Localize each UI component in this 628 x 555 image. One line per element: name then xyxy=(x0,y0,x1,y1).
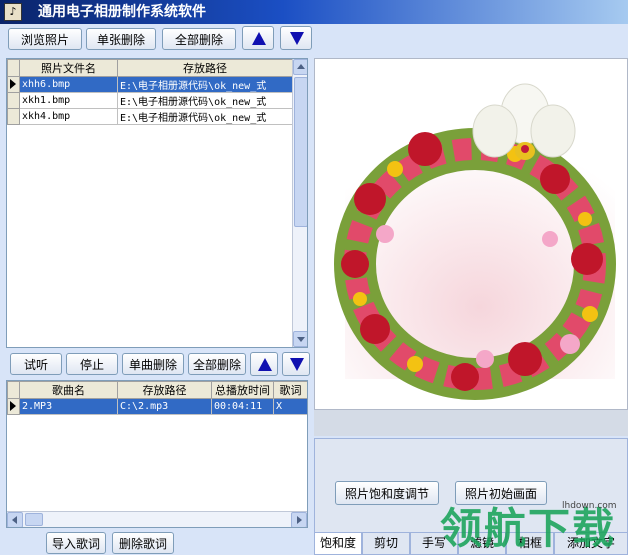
photo-path[interactable]: E:\电子相册源代码\ok_new_式 xyxy=(117,92,293,109)
up-arrow-icon xyxy=(258,358,272,371)
listen-button[interactable]: 试听 xyxy=(10,353,62,375)
effect-panel: 照片饱和度调节 照片初始画面 xyxy=(314,438,628,533)
scroll-right-button[interactable] xyxy=(291,512,307,527)
header-indicator xyxy=(7,59,20,77)
delete-all-songs-button[interactable]: 全部删除 xyxy=(188,353,246,375)
tab-frame[interactable]: 相框 xyxy=(506,533,554,555)
photo-row[interactable]: xkh4.bmp E:\电子相册源代码\ok_new_式 xyxy=(7,108,293,125)
tab-add-text[interactable]: 添加文字 xyxy=(554,533,628,555)
song-duration-header[interactable]: 总播放时间 xyxy=(211,381,274,399)
photo-move-up-button[interactable] xyxy=(242,26,274,50)
app-icon: ♪ xyxy=(4,3,22,21)
import-lyrics-button[interactable]: 导入歌词 xyxy=(46,532,106,554)
window-title: 通用电子相册制作系统软件 xyxy=(38,4,206,20)
tab-handwrite[interactable]: 手写 xyxy=(410,533,458,555)
photo-path[interactable]: E:\电子相册源代码\ok_new_式 xyxy=(117,108,293,125)
scroll-left-icon xyxy=(12,516,17,524)
photo-path[interactable]: E:\电子相册源代码\ok_new_式 xyxy=(117,76,293,93)
original-image-button[interactable]: 照片初始画面 xyxy=(455,481,547,505)
song-duration[interactable]: 00:04:11 xyxy=(211,398,274,415)
scroll-left-button[interactable] xyxy=(7,512,23,527)
saturation-adjust-button[interactable]: 照片饱和度调节 xyxy=(335,481,439,505)
song-name-header[interactable]: 歌曲名 xyxy=(19,381,118,399)
delete-lyrics-button[interactable]: 删除歌词 xyxy=(112,532,174,554)
tab-crop[interactable]: 剪切 xyxy=(362,533,410,555)
song-name[interactable]: 2.MP3 xyxy=(19,398,118,415)
song-move-up-button[interactable] xyxy=(250,352,278,376)
photo-table-scrollbar[interactable] xyxy=(292,59,307,347)
scroll-up-button[interactable] xyxy=(293,59,307,75)
music-table[interactable]: 歌曲名 存放路径 总播放时间 歌词 2.MP3 C:\2.mp3 00:04:1… xyxy=(6,380,308,528)
song-lyrics[interactable]: X xyxy=(273,398,307,415)
scroll-up-icon xyxy=(297,64,305,69)
down-arrow-icon xyxy=(290,32,304,45)
scroll-down-icon xyxy=(297,337,305,342)
photo-row[interactable]: xhh6.bmp E:\电子相册源代码\ok_new_式 xyxy=(7,76,293,93)
row-indicator xyxy=(7,92,20,109)
photo-row[interactable]: xkh1.bmp E:\电子相册源代码\ok_new_式 xyxy=(7,92,293,109)
tab-saturation[interactable]: 饱和度 xyxy=(314,533,362,555)
row-marker-icon xyxy=(10,401,16,411)
hscroll-thumb[interactable] xyxy=(25,513,43,526)
music-table-header: 歌曲名 存放路径 总播放时间 歌词 xyxy=(7,381,307,399)
photo-table-header: 照片文件名 存放路径 xyxy=(7,59,293,77)
flower-frame-image xyxy=(315,59,627,409)
preview-bottom-strip xyxy=(314,410,628,436)
up-arrow-icon xyxy=(252,32,266,45)
song-path-header[interactable]: 存放路径 xyxy=(117,381,212,399)
song-lyrics-header[interactable]: 歌词 xyxy=(273,381,307,399)
stop-button[interactable]: 停止 xyxy=(66,353,118,375)
photo-table[interactable]: 照片文件名 存放路径 xhh6.bmp E:\电子相册源代码\ok_new_式 … xyxy=(6,58,308,348)
photo-path-header[interactable]: 存放路径 xyxy=(117,59,293,77)
title-bar: ♪ 通用电子相册制作系统软件 xyxy=(0,0,628,24)
photo-filename[interactable]: xkh4.bmp xyxy=(19,108,118,125)
photo-filename-header[interactable]: 照片文件名 xyxy=(19,59,118,77)
header-indicator xyxy=(7,381,20,399)
song-move-down-button[interactable] xyxy=(282,352,310,376)
photo-filename[interactable]: xhh6.bmp xyxy=(19,76,118,93)
row-indicator xyxy=(7,108,20,125)
delete-one-photo-button[interactable]: 单张删除 xyxy=(86,28,156,50)
photo-move-down-button[interactable] xyxy=(280,26,312,50)
delete-one-song-button[interactable]: 单曲删除 xyxy=(122,353,184,375)
down-arrow-icon xyxy=(290,358,304,371)
tab-filter[interactable]: 滤镜 xyxy=(458,533,506,555)
browse-photos-button[interactable]: 浏览照片 xyxy=(8,28,82,50)
delete-all-photos-button[interactable]: 全部删除 xyxy=(162,28,236,50)
scroll-right-icon xyxy=(297,516,302,524)
song-path[interactable]: C:\2.mp3 xyxy=(117,398,212,415)
row-indicator xyxy=(7,398,20,415)
row-indicator xyxy=(7,76,20,93)
music-table-hscrollbar[interactable] xyxy=(7,511,307,527)
scroll-down-button[interactable] xyxy=(293,331,307,347)
row-marker-icon xyxy=(10,79,16,89)
effect-tabs: 饱和度 剪切 手写 滤镜 相框 添加文字 xyxy=(314,533,628,555)
photo-filename[interactable]: xkh1.bmp xyxy=(19,92,118,109)
scroll-thumb[interactable] xyxy=(294,77,307,227)
photo-preview xyxy=(314,58,628,410)
song-row[interactable]: 2.MP3 C:\2.mp3 00:04:11 X xyxy=(7,398,307,415)
